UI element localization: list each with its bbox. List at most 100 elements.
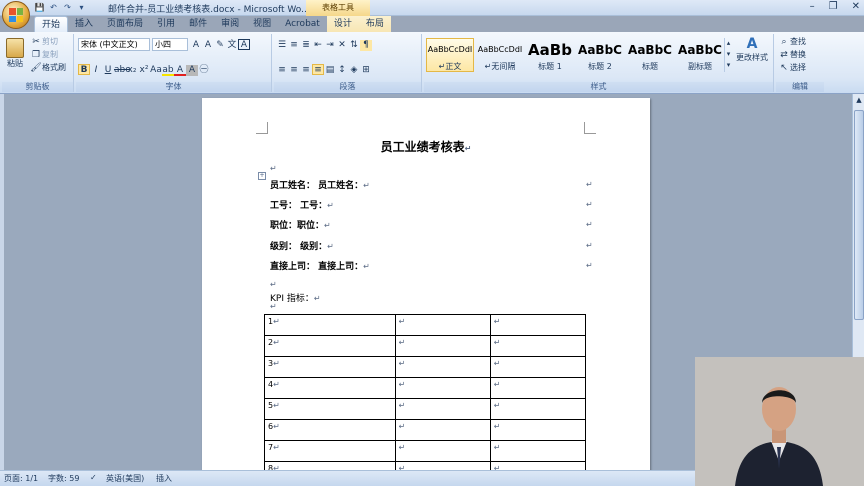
table-cell[interactable]: ↵ [394,356,491,378]
char-border-icon[interactable]: A [238,39,250,50]
bold-icon[interactable]: B [78,64,90,75]
table-cell-index[interactable]: 4↵ [264,377,396,399]
proofing-icon[interactable]: ✓ [90,473,97,482]
redo-icon[interactable]: ↷ [62,2,73,13]
tab-layout[interactable]: 布局 [358,16,391,32]
style-no-spacing[interactable]: AaBbCcDdI ↵无间隔 [476,38,524,72]
tab-design[interactable]: 设计 [326,16,359,32]
char-shading-icon[interactable]: A [186,65,198,76]
tab-references[interactable]: 引用 [150,16,182,32]
change-case-icon[interactable]: Aa [150,65,162,76]
replace-button[interactable]: ⇄ 替换 [778,49,806,60]
table-cell[interactable]: ↵ [394,440,491,462]
table-cell-index[interactable]: 5↵ [264,398,396,420]
scrollbar-thumb[interactable] [854,110,864,320]
table-cell-index[interactable]: 3↵ [264,356,396,378]
align-center-icon[interactable]: ≡ [288,65,300,76]
tab-insert[interactable]: 插入 [68,16,100,32]
chinese-layout-icon[interactable]: ✕ [336,40,348,51]
table-cell-index[interactable]: 1↵ [264,314,396,336]
close-button[interactable]: ✕ [852,1,860,12]
scroll-up-icon[interactable]: ▲ [853,94,864,106]
clear-format-icon[interactable]: ✎ [214,40,226,51]
bullets-icon[interactable]: ☰ [276,40,288,51]
sort-icon[interactable]: ⇅ [348,40,360,51]
table-cell[interactable]: ↵ [394,398,491,420]
subscript-icon[interactable]: x₂ [126,65,138,76]
style-title[interactable]: AaBbC 标题 [626,38,674,72]
restore-button[interactable]: ❐ [829,1,838,12]
table-cell[interactable]: ↵ [489,398,587,420]
table-cell[interactable]: ↵ [489,419,587,441]
table-cell-index[interactable]: 7↵ [264,440,396,462]
office-button[interactable] [2,1,30,29]
numbering-icon[interactable]: ≡ [288,40,300,51]
table-cell[interactable]: ↵ [489,440,587,462]
line-spacing-icon[interactable]: ↕ [336,65,348,76]
shading-icon[interactable]: ◈ [348,65,360,76]
language-indicator[interactable]: 英语(美国) [106,473,144,484]
table-move-handle-icon[interactable]: + [258,172,266,180]
phonetic-icon[interactable]: 文 [226,40,238,51]
underline-icon[interactable]: U [102,65,114,76]
select-button[interactable]: ↖ 选择 [778,62,806,73]
increase-indent-icon[interactable]: ⇥ [324,40,336,51]
table-cell[interactable]: ↵ [489,461,587,470]
grow-font-icon[interactable]: A [190,40,202,51]
page-count[interactable]: 页面: 1/1 [4,473,38,484]
document-page[interactable]: 员工业绩考核表↵ ↵ + 员工姓名： 员工姓名：↵ 工号： 工号：↵ 职位：职位… [202,98,650,470]
table-cell[interactable]: ↵ [394,377,491,399]
decrease-indent-icon[interactable]: ⇤ [312,40,324,51]
styles-more-button[interactable]: ▴ ▾ ▾ [724,38,732,72]
italic-icon[interactable]: I [90,65,102,76]
save-icon[interactable]: 💾 [34,2,45,13]
table-cell-index[interactable]: 2↵ [264,335,396,357]
change-styles-button[interactable]: A 更改样式 [732,36,772,80]
style-heading-1[interactable]: AaBb 标题 1 [526,38,574,72]
word-count[interactable]: 字数: 59 [48,473,79,484]
enclose-char-icon[interactable]: ㊀ [198,65,210,76]
font-size-select[interactable]: 小四 [152,38,188,51]
borders-icon[interactable]: ⊞ [360,65,372,76]
table-cell-index[interactable]: 6↵ [264,419,396,441]
justify-icon[interactable]: ≡ [312,64,324,75]
insert-mode-indicator[interactable]: 插入 [156,473,172,484]
table-cell-index[interactable]: 8↵ [264,461,396,470]
align-right-icon[interactable]: ≡ [300,65,312,76]
style-subtitle[interactable]: AaBbC 副标题 [676,38,724,72]
customize-qat-icon[interactable]: ▾ [76,2,87,13]
font-name-select[interactable]: 宋体 (中文正文) [78,38,150,51]
copy-button[interactable]: ❐ 复制 [30,49,58,60]
table-cell[interactable]: ↵ [489,335,587,357]
font-color-icon[interactable]: A [174,65,186,76]
style-normal[interactable]: AaBbCcDdI ↵正文 [426,38,474,72]
format-painter-button[interactable]: 🖌格式刷 [30,62,66,73]
table-cell[interactable]: ↵ [394,461,491,470]
tab-mailings[interactable]: 邮件 [182,16,214,32]
tab-acrobat[interactable]: Acrobat [278,16,327,32]
cut-button[interactable]: ✂ 剪切 [30,36,58,47]
strikethrough-icon[interactable]: abc [114,65,130,76]
find-button[interactable]: ⌕ 查找 [778,36,806,47]
undo-icon[interactable]: ↶ [48,2,59,13]
tab-view[interactable]: 视图 [246,16,278,32]
table-cell[interactable]: ↵ [489,356,587,378]
shrink-font-icon[interactable]: A [202,40,214,51]
tab-home[interactable]: 开始 [34,16,69,32]
table-cell[interactable]: ↵ [394,335,491,357]
minimize-button[interactable]: – [810,1,815,12]
tab-page-layout[interactable]: 页面布局 [100,16,150,32]
paste-button[interactable]: 粘贴 [4,36,26,76]
superscript-icon[interactable]: x² [138,65,150,76]
tab-review[interactable]: 审阅 [214,16,246,32]
align-left-icon[interactable]: ≡ [276,65,288,76]
distributed-icon[interactable]: ▤ [324,65,336,76]
table-cell[interactable]: ↵ [394,314,491,336]
multilevel-list-icon[interactable]: ≣ [300,40,312,51]
kpi-table[interactable]: 1↵ ↵ ↵ 2↵ ↵ ↵ 3↵ ↵ ↵ 4↵ ↵ ↵ 5↵ ↵ ↵ 6↵ ↵ ↵ 7↵ ↵ ↵ 8↵ ↵ ↵ [264,314,587,470]
style-heading-2[interactable]: AaBbC 标题 2 [576,38,624,72]
table-cell[interactable]: ↵ [489,377,587,399]
highlight-icon[interactable]: ab [162,65,174,76]
table-cell[interactable]: ↵ [489,314,587,336]
show-marks-icon[interactable]: ¶ [360,40,372,51]
